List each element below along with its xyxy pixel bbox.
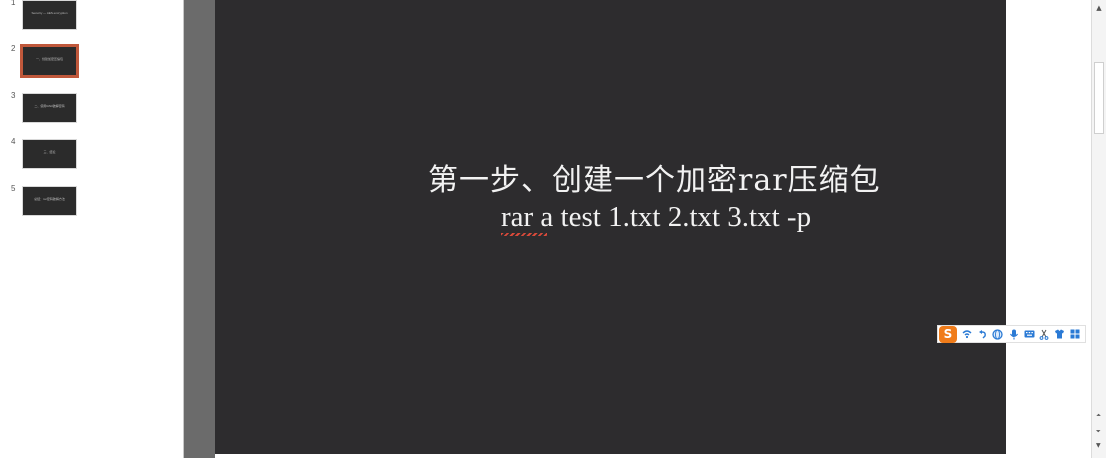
ime-toolbar[interactable]: S — [937, 325, 1086, 343]
slide-thumbnail-caption: Security — AES encryption — [31, 11, 68, 15]
slide-thumbnail-frame[interactable]: 三、结论 — [22, 139, 77, 169]
slide-thumbnail-pane: 1 Security — AES encryption 2 一、创建加密压缩包 … — [0, 0, 183, 458]
next-slide-button[interactable]: ⏷ — [1096, 428, 1101, 436]
slide-thumbnail-caption: 总结：rar密码破解方法 — [34, 197, 65, 201]
slide-number: 5 — [11, 184, 16, 193]
slide-thumbnail-caption: 一、创建加密压缩包 — [35, 57, 63, 61]
slide-number: 1 — [11, 0, 16, 7]
slide-thumbnail-3[interactable]: 3 二、使用RAR破解密码 — [0, 91, 90, 131]
slide-thumbnail-5[interactable]: 5 总结：rar密码破解方法 — [0, 184, 90, 224]
sogou-logo-icon[interactable]: S — [939, 326, 957, 343]
shirt-icon[interactable] — [1054, 329, 1064, 340]
previous-slide-button[interactable]: ⏶ — [1096, 412, 1101, 420]
slide-number: 2 — [11, 44, 16, 53]
scroll-up-button[interactable]: ▲ — [1095, 4, 1103, 12]
globe-icon[interactable] — [992, 329, 1003, 340]
undo-icon[interactable] — [977, 329, 987, 340]
slide-gutter — [184, 0, 215, 458]
keyboard-icon[interactable] — [1024, 329, 1035, 340]
slide-thumbnail-4[interactable]: 4 三、结论 — [0, 137, 90, 177]
scissors-icon[interactable] — [1039, 329, 1049, 340]
slide-thumbnail-frame-selected[interactable]: 一、创建加密压缩包 — [20, 44, 79, 78]
slide-thumbnail-2[interactable]: 2 一、创建加密压缩包 — [0, 44, 90, 84]
slide-thumbnail-caption: 三、结论 — [43, 150, 56, 154]
grid-icon[interactable] — [1070, 329, 1080, 340]
vertical-scrollbar[interactable]: ▲ ⏶ ⏷ ▼ — [1091, 0, 1106, 458]
scroll-down-button[interactable]: ▼ — [1096, 442, 1101, 449]
slide-thumbnail-caption: 二、使用RAR破解密码 — [34, 104, 65, 108]
slide-title-text[interactable]: 第一步、创建一个加密rar压缩包 — [428, 155, 881, 199]
slide-canvas[interactable]: 第一步、创建一个加密rar压缩包 rar a test 1.txt 2.txt … — [215, 0, 1006, 454]
wifi-icon[interactable] — [962, 329, 972, 340]
scroll-thumb[interactable] — [1094, 62, 1104, 134]
slide-editing-area: 第一步、创建一个加密rar压缩包 rar a test 1.txt 2.txt … — [184, 0, 1091, 458]
slide-number: 3 — [11, 91, 16, 100]
slide-thumbnail-frame[interactable]: 总结：rar密码破解方法 — [22, 186, 77, 216]
slide-thumbnail-frame[interactable]: Security — AES encryption — [22, 0, 77, 30]
slide-thumbnail-1[interactable]: 1 Security — AES encryption — [0, 0, 90, 38]
microphone-icon[interactable] — [1009, 329, 1019, 340]
slide-number: 4 — [11, 137, 16, 146]
slide-command-text[interactable]: rar a test 1.txt 2.txt 3.txt -p — [501, 201, 811, 234]
spellcheck-underline — [501, 233, 547, 236]
slide-thumbnail-frame[interactable]: 二、使用RAR破解密码 — [22, 93, 77, 123]
